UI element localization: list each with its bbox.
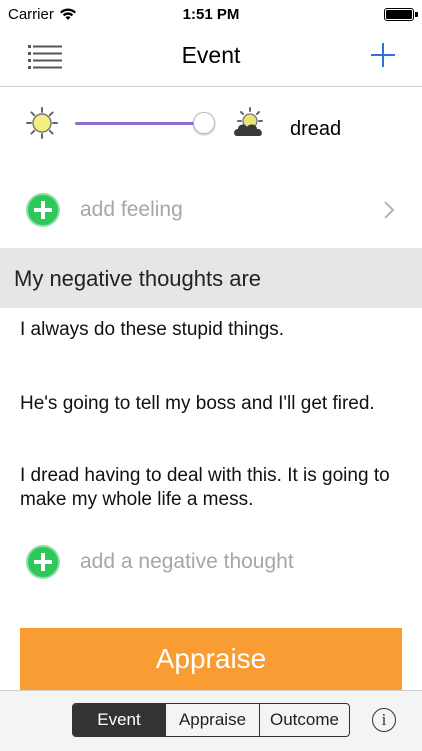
appraise-button[interactable]: Appraise <box>20 628 402 690</box>
add-thought-plus-icon[interactable] <box>26 545 60 579</box>
negative-thought-item[interactable]: He's going to tell my boss and I'll get … <box>20 392 405 416</box>
page-title: Event <box>181 42 241 68</box>
negative-thought-item[interactable]: I always do these stupid things. <box>20 318 405 342</box>
list-menu-icon[interactable] <box>28 44 62 70</box>
mood-word: dread <box>290 118 342 140</box>
negative-thought-item[interactable]: I dread having to deal with this. It is … <box>20 464 405 512</box>
status-bar: Carrier 1:51 PM <box>0 0 422 30</box>
sun-icon <box>26 107 58 139</box>
add-feeling-plus-icon[interactable] <box>26 193 60 227</box>
add-event-plus-icon[interactable] <box>370 42 396 68</box>
add-feeling-label[interactable]: add feeling <box>80 198 183 222</box>
add-thought-label[interactable]: add a negative thought <box>80 550 294 574</box>
clock-time: 1:51 PM <box>182 6 240 23</box>
cloudy-sun-icon <box>234 107 263 136</box>
tab-appraise[interactable]: Appraise <box>165 704 259 736</box>
mood-slider-thumb[interactable] <box>193 112 215 134</box>
section-title: My negative thoughts are <box>14 266 262 291</box>
tab-outcome[interactable]: Outcome <box>259 704 349 736</box>
tab-segmented-control: Event Appraise Outcome <box>72 703 350 737</box>
tab-event[interactable]: Event <box>73 704 165 736</box>
add-feeling-row[interactable] <box>0 180 422 240</box>
battery-icon <box>384 8 418 21</box>
mood-slider-track[interactable] <box>75 122 205 125</box>
chevron-right-icon[interactable] <box>382 200 396 220</box>
info-icon[interactable]: i <box>372 708 396 732</box>
navigation-bar: Event <box>0 30 422 87</box>
